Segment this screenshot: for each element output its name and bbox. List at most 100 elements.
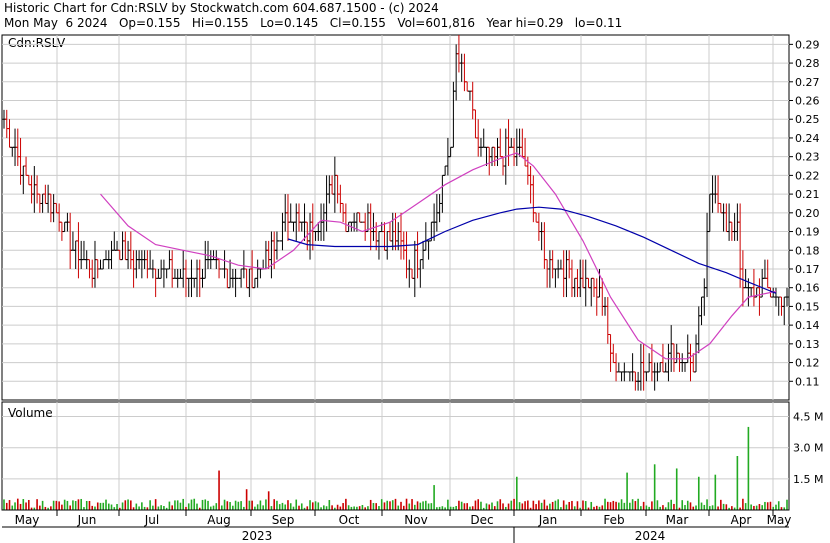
volume-bar bbox=[141, 502, 143, 510]
volume-bar bbox=[518, 502, 521, 510]
volume-bar bbox=[63, 499, 66, 510]
volume-bar bbox=[39, 505, 41, 510]
volume-bar bbox=[524, 501, 526, 510]
volume-bar bbox=[179, 502, 182, 510]
price-tick-label: 0.24 bbox=[795, 132, 820, 145]
price-tick-label: 0.13 bbox=[795, 338, 820, 351]
volume-bar bbox=[640, 506, 642, 510]
volume-bar bbox=[662, 505, 664, 510]
volume-bar bbox=[695, 505, 697, 510]
volume-bar bbox=[634, 501, 637, 510]
volume-bar bbox=[240, 501, 242, 510]
volume-bar bbox=[576, 501, 579, 510]
volume-bar bbox=[502, 503, 504, 510]
volume-bar bbox=[703, 504, 706, 510]
month-label: Jan bbox=[538, 513, 558, 527]
price-tick-label: 0.22 bbox=[795, 169, 820, 182]
volume-bar bbox=[430, 503, 433, 510]
volume-bar bbox=[485, 503, 488, 510]
volume-bar bbox=[651, 501, 653, 510]
volume-bar bbox=[510, 500, 513, 510]
price-tick-label: 0.26 bbox=[795, 95, 820, 108]
volume-bar bbox=[653, 464, 656, 510]
volume-bar bbox=[612, 500, 615, 510]
volume-bar bbox=[221, 505, 223, 510]
volume-bar bbox=[620, 499, 623, 510]
volume-bar bbox=[766, 502, 769, 510]
volume-bar bbox=[209, 506, 212, 510]
month-label: Jul bbox=[144, 513, 159, 527]
year-label: 2024 bbox=[635, 529, 666, 543]
volume-bar bbox=[361, 504, 364, 510]
volume-bar bbox=[474, 500, 477, 510]
volume-bar bbox=[196, 503, 198, 510]
volume-bar bbox=[127, 499, 129, 510]
volume-bar bbox=[714, 474, 717, 510]
volume-bar bbox=[369, 499, 372, 510]
volume-bar bbox=[278, 504, 281, 510]
volume-bar bbox=[154, 499, 157, 510]
volume-bar bbox=[700, 502, 703, 510]
volume-bar bbox=[5, 502, 8, 510]
volume-bar bbox=[758, 504, 761, 510]
volume-bar bbox=[447, 499, 449, 510]
month-label: Sep bbox=[272, 513, 295, 527]
stock-chart: Cdn:RSLV 0.290.280.270.260.250.240.230.22… bbox=[1, 34, 823, 543]
volume-bar bbox=[397, 505, 400, 510]
volume-bar bbox=[527, 500, 529, 510]
volume-bar bbox=[259, 500, 262, 510]
volume-bar bbox=[102, 502, 105, 510]
volume-tick-label: 3.0 M bbox=[793, 442, 823, 455]
volume-bar bbox=[744, 503, 747, 510]
volume-bar bbox=[609, 502, 612, 510]
volume-bar bbox=[204, 499, 207, 510]
volume-bar bbox=[61, 504, 63, 510]
year-label: 2023 bbox=[242, 529, 273, 543]
volume-bar bbox=[342, 503, 344, 510]
volume-bar bbox=[584, 501, 587, 510]
volume-bar bbox=[298, 505, 300, 510]
volume-bar bbox=[673, 503, 675, 510]
volume-bar bbox=[535, 504, 537, 510]
volume-bar bbox=[317, 502, 320, 510]
volume-bar bbox=[568, 501, 570, 510]
price-tick-label: 0.21 bbox=[795, 188, 820, 201]
volume-bar bbox=[684, 505, 686, 510]
volume-bar bbox=[383, 502, 386, 510]
volume-bar bbox=[471, 506, 474, 510]
volume-bar bbox=[19, 503, 22, 510]
volume-bar bbox=[590, 501, 593, 510]
volume-bar bbox=[314, 501, 317, 510]
volume-bar bbox=[3, 499, 5, 510]
volume-tick-label: 1.5 M bbox=[793, 473, 823, 486]
volume-bar bbox=[565, 504, 568, 510]
volume-bar bbox=[706, 499, 708, 510]
volume-bar bbox=[786, 499, 788, 510]
volume-bar bbox=[573, 506, 576, 510]
volume-bar bbox=[94, 506, 96, 510]
volume-bar bbox=[777, 501, 780, 510]
volume-bar bbox=[562, 500, 565, 510]
volume-bar bbox=[697, 476, 700, 510]
volume-bar bbox=[720, 499, 722, 510]
price-tick-label: 0.16 bbox=[795, 282, 820, 295]
volume-bar bbox=[160, 505, 162, 510]
volume-bar bbox=[77, 499, 80, 510]
volume-label: Volume bbox=[8, 406, 53, 420]
volume-bar bbox=[347, 505, 350, 510]
volume-bar bbox=[207, 500, 209, 510]
volume-bar bbox=[681, 500, 684, 510]
volume-bar bbox=[626, 472, 628, 510]
volume-bar bbox=[309, 500, 311, 510]
volume-bar bbox=[491, 502, 493, 510]
volume-bar bbox=[58, 501, 60, 510]
volume-bar bbox=[466, 503, 468, 510]
volume-bar bbox=[711, 505, 714, 510]
volume-bar bbox=[604, 498, 606, 510]
volume-bar bbox=[433, 485, 435, 510]
volume-bar bbox=[152, 505, 154, 510]
volume-bar bbox=[455, 506, 457, 510]
volume-bar bbox=[425, 500, 427, 510]
volume-bar bbox=[477, 499, 480, 510]
volume-bar bbox=[769, 501, 772, 510]
